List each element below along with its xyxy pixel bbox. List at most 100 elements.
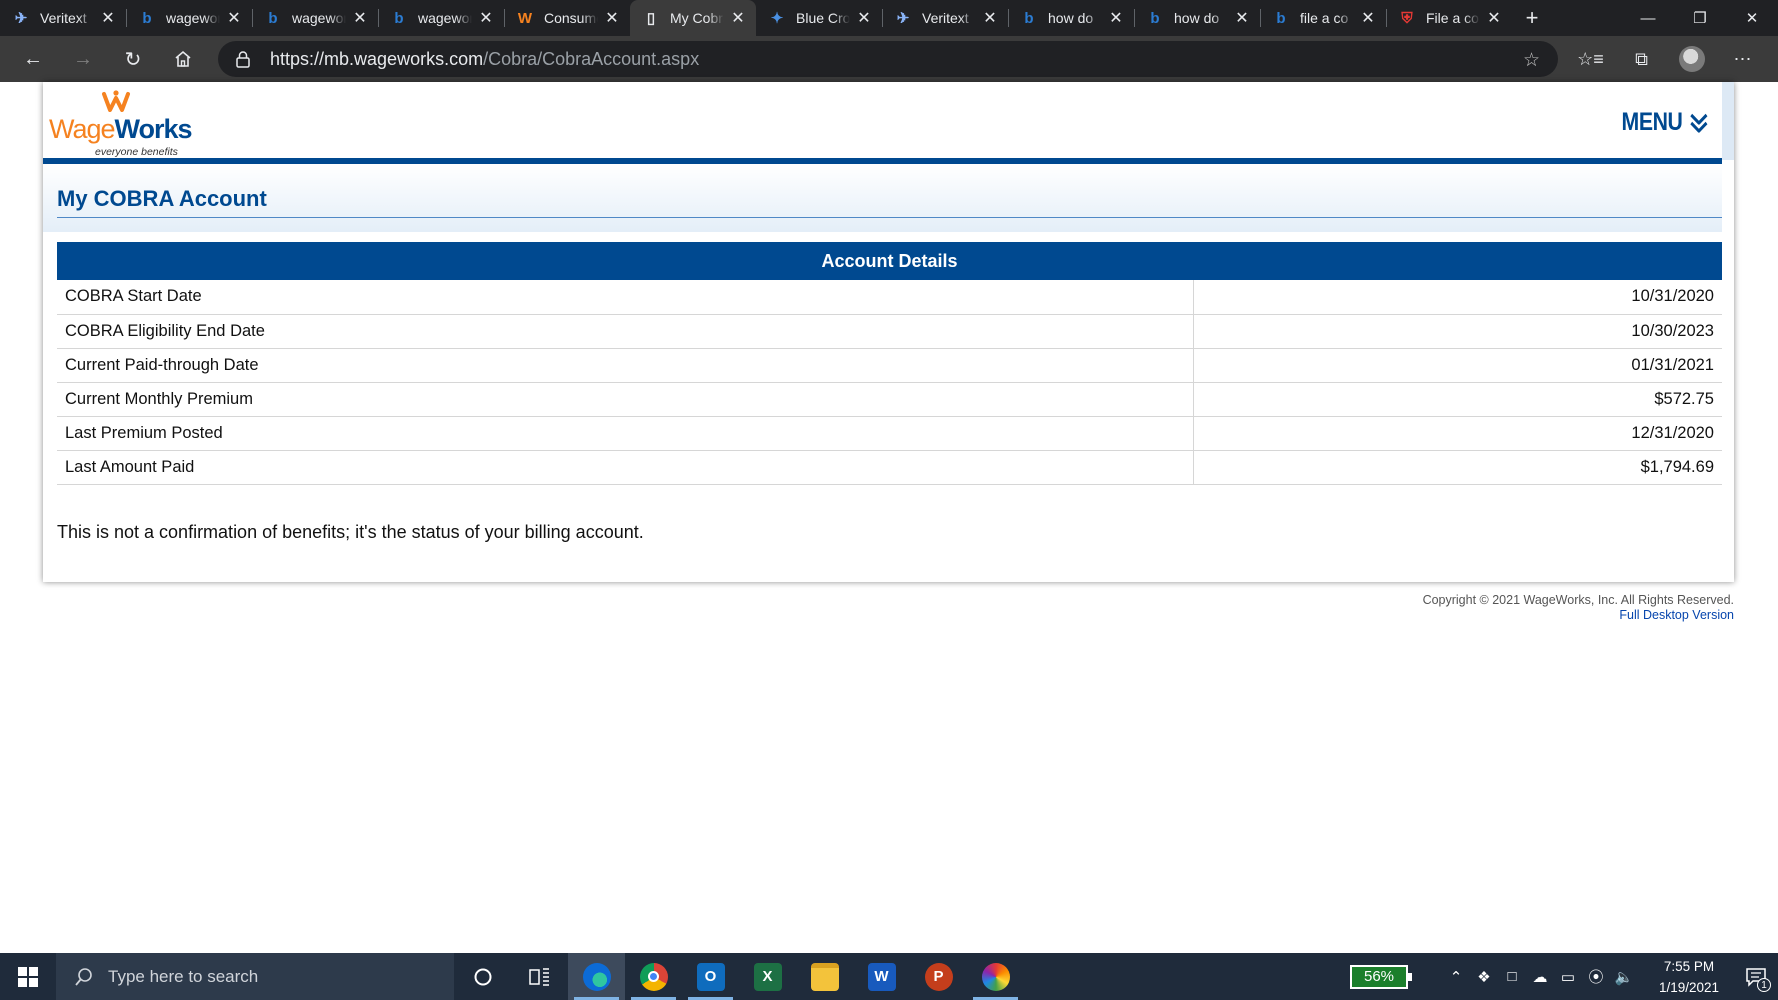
favorites-button[interactable]: ☆≡	[1565, 36, 1616, 82]
tab-close-icon[interactable]: ✕	[1232, 8, 1252, 28]
taskbar-powerpoint[interactable]: P	[910, 953, 967, 1000]
tab-close-icon[interactable]: ✕	[854, 8, 874, 28]
cortana-button[interactable]	[454, 953, 511, 1000]
forward-button[interactable]: →	[58, 36, 108, 82]
close-window-button[interactable]: ✕	[1726, 0, 1778, 36]
colorful-app-icon	[981, 962, 1010, 991]
bluecross-icon: ✦	[770, 10, 784, 27]
taskbar-word[interactable]: W	[853, 953, 910, 1000]
browser-tab[interactable]: b file a co ✕	[1260, 0, 1386, 36]
tab-title: wageworks	[418, 10, 472, 26]
menu-label: MENU	[1621, 108, 1683, 136]
detail-value: 12/31/2020	[1193, 416, 1722, 451]
taskbar-app-colorful[interactable]	[967, 953, 1024, 1000]
taskbar-chrome[interactable]	[625, 953, 682, 1000]
tab-title: Blue Cross	[796, 10, 850, 26]
taskbar-file-explorer[interactable]	[796, 953, 853, 1000]
browser-tab[interactable]: b wageworks✕	[378, 0, 504, 36]
title-rule	[57, 217, 1722, 218]
tab-close-icon[interactable]: ✕	[476, 8, 496, 28]
new-tab-button[interactable]: +	[1512, 0, 1552, 36]
browser-tab[interactable]: b how do ✕	[1008, 0, 1134, 36]
full-desktop-version-link[interactable]: Full Desktop Version	[1619, 608, 1734, 622]
minimize-button[interactable]: —	[1622, 0, 1674, 36]
onedrive-cloud-icon[interactable]: ☁	[1526, 953, 1554, 1000]
action-center-button[interactable]: 1	[1734, 953, 1778, 1000]
lock-icon	[236, 51, 250, 68]
tab-close-icon[interactable]: ✕	[1358, 8, 1378, 28]
url-path: /Cobra/CobraAccount.aspx	[483, 48, 700, 69]
show-hidden-icons-chevron[interactable]: ⌃	[1442, 953, 1470, 1000]
notification-count: 1	[1757, 978, 1771, 992]
tab-close-icon[interactable]: ✕	[350, 8, 370, 28]
logo-works-text: Works	[114, 114, 193, 144]
tab-title: wageworks	[292, 10, 346, 26]
taskbar-edge[interactable]	[568, 953, 625, 1000]
page-card: WageWorks everyone benefits MENU My COBR…	[43, 82, 1734, 582]
tab-close-icon[interactable]: ✕	[602, 8, 622, 28]
wageworks-logo[interactable]: WageWorks everyone benefits	[49, 88, 193, 160]
account-details-body: COBRA Start Date 10/31/2020 COBRA Eligibil…	[57, 280, 1722, 485]
browser-tab[interactable]: b wageworks✕	[252, 0, 378, 36]
collections-button[interactable]: ⧉	[1616, 36, 1667, 82]
battery-percent-badge[interactable]: 56%	[1350, 964, 1412, 989]
table-row: Last Amount Paid $1,794.69	[57, 450, 1722, 485]
browser-tab[interactable]: ✈ Veritext ✕	[882, 0, 1008, 36]
clock-date: 1/19/2021	[1658, 979, 1720, 995]
home-button[interactable]	[158, 36, 208, 82]
restore-button[interactable]: ❐	[1674, 0, 1726, 36]
browser-tab[interactable]: W Consumer✕	[504, 0, 630, 36]
billing-disclaimer: This is not a confirmation of benefits; …	[57, 522, 644, 542]
detail-label: Current Paid-through Date	[57, 348, 1194, 383]
task-view-button[interactable]	[511, 953, 568, 1000]
tab-close-icon[interactable]: ✕	[1106, 8, 1126, 28]
menu-button[interactable]: MENU	[1622, 108, 1710, 137]
taskbar-clock[interactable]: 7:55 PM 1/19/2021	[1644, 956, 1734, 998]
veritext-icon: ✈	[896, 10, 910, 27]
battery-icon[interactable]: ▭	[1554, 953, 1582, 1000]
tab-close-icon[interactable]: ✕	[728, 8, 748, 28]
browser-tab[interactable]: ▯ My Cobra✕	[630, 0, 756, 36]
start-button[interactable]	[0, 953, 56, 1000]
table-row: Last Premium Posted 12/31/2020	[57, 416, 1722, 451]
settings-more-button[interactable]: ⋯	[1717, 36, 1768, 82]
page-title: My COBRA Account	[57, 186, 267, 211]
detail-label: COBRA Start Date	[57, 280, 1194, 315]
meet-now-icon[interactable]: □	[1498, 953, 1526, 1000]
logo-wage-text: Wage	[49, 114, 116, 144]
dropbox-icon[interactable]: ❖	[1470, 953, 1498, 1000]
detail-value: 10/30/2023	[1193, 314, 1722, 349]
volume-icon[interactable]: 🔈	[1610, 953, 1638, 1000]
table-row: Current Paid-through Date 01/31/2021	[57, 348, 1722, 383]
taskbar-excel[interactable]: X	[739, 953, 796, 1000]
browser-tab[interactable]: ⛨ File a co ✕	[1386, 0, 1512, 36]
bing-icon: b	[268, 9, 278, 27]
tab-close-icon[interactable]: ✕	[98, 8, 118, 28]
wifi-icon[interactable]: ⦿	[1582, 953, 1610, 1000]
tab-close-icon[interactable]: ✕	[980, 8, 1000, 28]
profile-avatar[interactable]	[1679, 46, 1705, 72]
taskbar-outlook[interactable]: O	[682, 953, 739, 1000]
address-bar[interactable]: https://mb.wageworks.com/Cobra/CobraAcco…	[218, 41, 1558, 77]
cortana-circle-icon	[474, 968, 491, 985]
browser-tab[interactable]: ✈ Veritext ✕	[0, 0, 126, 36]
browser-tab-strip: ✈Veritext✕bwageworks✕bwageworks✕bwagewor…	[0, 0, 1778, 36]
browser-tab[interactable]: b how do ✕	[1134, 0, 1260, 36]
browser-toolbar: ← → ↻ https://mb.wageworks.com/Cobra/Cob…	[0, 36, 1778, 82]
detail-label: COBRA Eligibility End Date	[57, 314, 1194, 349]
favorite-star-icon[interactable]: ☆	[1523, 49, 1540, 72]
browser-tab[interactable]: b wageworks✕	[126, 0, 252, 36]
refresh-button[interactable]: ↻	[108, 36, 158, 82]
url-text: https://mb.wageworks.com/Cobra/CobraAcco…	[270, 49, 699, 70]
bing-icon: b	[1276, 9, 1286, 27]
windows-logo-icon	[18, 966, 38, 987]
browser-tab[interactable]: ✦ Blue Cross✕	[756, 0, 882, 36]
tab-close-icon[interactable]: ✕	[224, 8, 244, 28]
detail-label: Last Premium Posted	[57, 416, 1194, 451]
folder-icon	[810, 962, 839, 991]
tab-close-icon[interactable]: ✕	[1484, 8, 1504, 28]
tab-title: Veritext	[40, 10, 87, 26]
back-arrow-icon: ←	[23, 47, 43, 70]
back-button[interactable]: ←	[8, 36, 58, 82]
taskbar-search[interactable]: Type here to search	[56, 953, 454, 1000]
